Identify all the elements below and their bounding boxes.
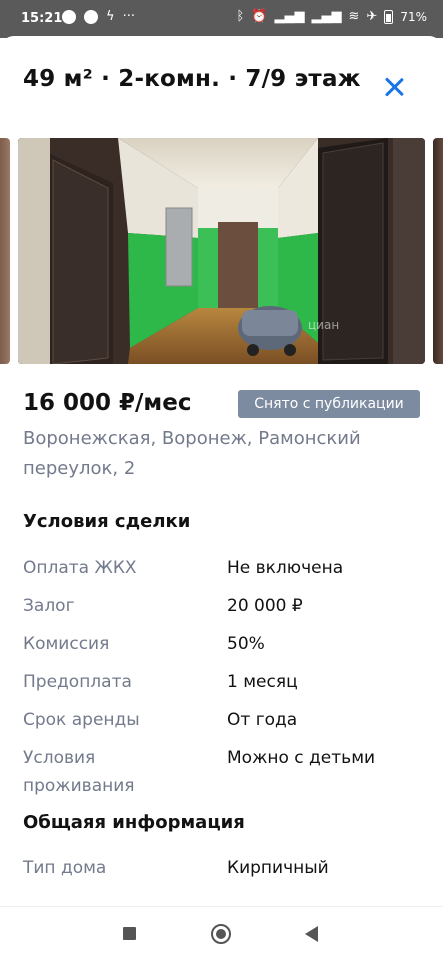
app-icon [84, 10, 98, 24]
general-info-value: Кирпичный [227, 858, 329, 878]
status-time: 15:21 [21, 11, 63, 26]
recents-square-icon[interactable] [123, 927, 136, 940]
signal-icon: ▂▄▆ [274, 9, 305, 24]
airplane-mode-icon: ✈ [366, 9, 378, 24]
battery-icon [384, 10, 394, 24]
status-bar: 15:21 ϟ ··· ᛒ ⏰ ▂▄▆ ▂▄▆ ≋ ✈ 71% [0, 0, 443, 38]
corridor-photo [18, 138, 425, 364]
more-icon: ··· [122, 9, 135, 24]
deal-term-label: Комиссия [23, 634, 110, 654]
deal-term-label: Предоплата [23, 672, 132, 692]
deal-term-label: Условия проживания [23, 748, 135, 796]
status-left-icons: ϟ ··· [62, 10, 135, 24]
photo-gallery[interactable]: циан [0, 138, 443, 364]
deal-term-value: От года [227, 710, 298, 730]
deal-term-value: 20 000 ₽ [227, 596, 303, 616]
flash-icon: ϟ [106, 9, 115, 24]
deal-term-value: 1 месяц [227, 672, 298, 692]
status-right-icons: ᛒ ⏰ ▂▄▆ ▂▄▆ ≋ ✈ 71% [236, 9, 427, 24]
app-icon [62, 10, 76, 24]
deal-term-label: Залог [23, 596, 75, 616]
deal-term-label: Оплата ЖКХ [23, 558, 137, 578]
section-heading-deal-terms: Условия сделки [23, 511, 191, 532]
deal-term-value: Можно с детьми [227, 748, 376, 768]
signal-icon: ▂▄▆ [311, 9, 342, 24]
system-nav-bar [0, 906, 443, 961]
back-triangle-icon[interactable] [305, 926, 318, 942]
deal-term-label: Срок аренды [23, 710, 140, 730]
bluetooth-icon: ᛒ [236, 9, 245, 24]
photo-watermark: циан [308, 318, 340, 332]
listing-sheet: 49 м² · 2-комн. · 7/9 этаж циан 16 000 ₽… [0, 36, 443, 906]
deal-term-value: Не включена [227, 558, 344, 578]
general-info-label: Тип дома [23, 858, 107, 878]
listing-photo[interactable]: циан [18, 138, 425, 364]
alarm-icon: ⏰ [251, 9, 268, 24]
section-heading-general-info: Общаяя информация [23, 812, 245, 833]
home-circle-icon[interactable] [211, 924, 231, 944]
close-icon[interactable] [380, 74, 408, 102]
gallery-prev-photo[interactable] [0, 138, 10, 364]
listing-address: Воронежская, Воронеж, Рамонский переулок… [23, 428, 361, 479]
deal-term-value: 50% [227, 634, 265, 654]
listing-title: 49 м² · 2-комн. · 7/9 этаж [23, 66, 361, 92]
battery-level: 71% [400, 10, 427, 24]
gallery-next-photo[interactable] [433, 138, 443, 364]
listing-price: 16 000 ₽/мес [23, 390, 192, 416]
status-badge: Снято с публикации [238, 390, 420, 418]
wifi-icon: ≋ [348, 9, 360, 24]
